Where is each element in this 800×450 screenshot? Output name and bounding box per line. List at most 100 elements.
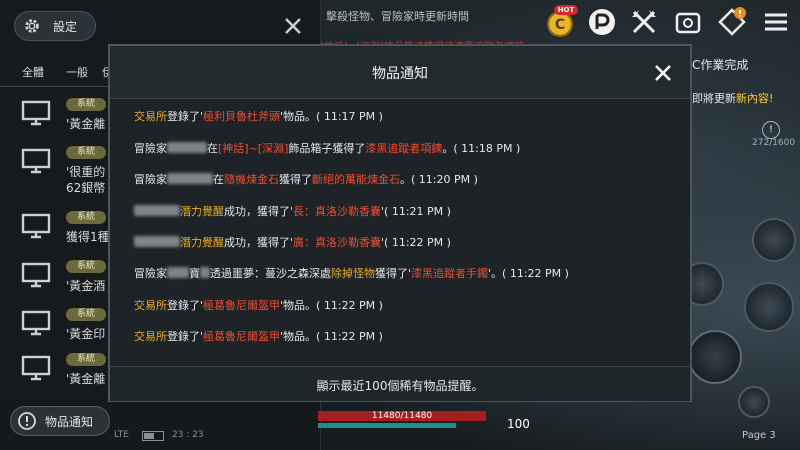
notice-text: 成功，獲得了' xyxy=(224,236,294,249)
crossed-axes-icon[interactable] xyxy=(628,6,660,38)
modal-header: 物品通知 xyxy=(110,46,690,99)
notice-text: '( 11:22 PM ) xyxy=(381,236,451,249)
chat-message: 獲得1種 xyxy=(66,230,110,244)
source-label: 除掉怪物 xyxy=(331,267,375,280)
monitor-icon xyxy=(21,310,51,336)
redacted-name xyxy=(167,267,189,278)
monitor-icon xyxy=(21,100,51,126)
notice-text: 透過噩夢：蔓沙之森深處 xyxy=(210,267,331,280)
settings-label: 設定 xyxy=(53,19,78,34)
notice-text: '( 11:21 PM ) xyxy=(381,205,451,218)
tab-all[interactable]: 全體 xyxy=(22,64,44,80)
update-suffix: ! xyxy=(769,92,774,105)
rare-item-notice-button[interactable]: 物品通知 xyxy=(10,406,110,436)
svg-text:C: C xyxy=(555,17,565,33)
notice-list: 交易所登錄了'極利貝魯杜斧頭'物品。( 11:17 PM ) 冒險家 在[神話]~[… xyxy=(118,98,680,366)
redacted-name xyxy=(134,236,180,247)
work-complete-text[interactable]: C作業完成 xyxy=(692,56,748,73)
notice-row: 交易所登錄了'極葛魯尼爾盔甲'物品。( 11:22 PM ) xyxy=(134,297,383,313)
notice-text: 。( 11:18 PM ) xyxy=(442,142,521,155)
notice-text: '。( 11:22 PM ) xyxy=(488,267,569,280)
quest-alert-icon[interactable] xyxy=(716,6,748,38)
notice-row: 交易所登錄了'極利貝魯杜斧頭'物品。( 11:17 PM ) xyxy=(134,108,383,124)
settings-button[interactable]: 設定 xyxy=(14,11,96,41)
quest-text: 擊殺怪物、冒險家時更新時間 xyxy=(326,10,469,23)
auto-button[interactable] xyxy=(738,386,770,418)
item-name: 漆黑追蹤者項鍊 xyxy=(365,142,443,155)
item-name: 漆黑追蹤者手鐲 xyxy=(411,267,489,280)
source-label: 交易所 xyxy=(134,110,167,123)
chat-message: '黃金離 xyxy=(66,372,106,386)
chat-message: '黃金印 xyxy=(66,327,106,341)
potion-count[interactable]: 100 xyxy=(507,417,530,431)
notice-row: 冒險家 寶透過噩夢：蔓沙之森深處除掉怪物獲得了'漆黑追蹤者手鐲'。( 11:22 … xyxy=(134,265,569,281)
notice-text: '物品。( 11:17 PM ) xyxy=(280,110,383,123)
gear-icon xyxy=(25,19,39,33)
capacity-alert-icon[interactable]: ! xyxy=(762,121,780,139)
notice-text: 登錄了' xyxy=(167,110,204,123)
menu-icon[interactable] xyxy=(760,6,792,38)
chat-message-line2: 62銀幣 xyxy=(66,181,106,195)
notice-row: 潛力覺醒成功，獲得了'廣：真洛沙勒香囊'( 11:22 PM ) xyxy=(134,234,451,250)
hp-text: 11480/11480 xyxy=(371,411,433,421)
notice-text: 成功，獲得了' xyxy=(224,205,294,218)
monitor-icon xyxy=(21,148,51,174)
source-label: 交易所 xyxy=(134,299,167,312)
close-icon[interactable] xyxy=(654,64,672,82)
network-status: LTE xyxy=(114,430,129,440)
chat-message: '黃金酒 xyxy=(66,279,106,293)
item-notice-modal: 物品通知 交易所登錄了'極利貝魯杜斧頭'物品。( 11:17 PM ) 冒險家 在[… xyxy=(108,44,692,402)
source-label: 交易所 xyxy=(134,330,167,343)
notice-text: '物品。( 11:22 PM ) xyxy=(280,299,383,312)
notice-text: 。( 11:20 PM ) xyxy=(400,173,478,186)
redacted-name xyxy=(200,267,210,278)
notice-text: 獲得了' xyxy=(375,267,412,280)
update-notice: 即將更新新內容! xyxy=(692,90,773,106)
shop-icon[interactable] xyxy=(586,6,618,38)
system-badge: 系統 xyxy=(66,353,106,366)
rare-item-notice-label: 物品通知 xyxy=(45,414,94,429)
notice-row: 冒險家 在[神話]~[深淵]飾品箱子獲得了漆黑追蹤者項鍊。( 11:18 PM ) xyxy=(134,140,520,156)
new-content: 新內容 xyxy=(736,92,769,105)
monitor-icon xyxy=(21,262,51,288)
modal-footer: 顯示最近100個稀有物品提醒。 xyxy=(110,366,690,401)
chat-message: '很重的 xyxy=(66,165,106,179)
attack-button[interactable] xyxy=(688,330,742,384)
clock: 23 : 23 xyxy=(172,430,204,440)
system-badge: 系統 xyxy=(66,308,106,321)
page-label[interactable]: Page 3 xyxy=(742,430,776,441)
notice-text: 在 xyxy=(213,173,224,186)
notice-row: 潛力覺醒成功，獲得了'長：真洛沙勒香囊'( 11:21 PM ) xyxy=(134,203,451,219)
mp-bar xyxy=(318,423,456,428)
item-name: 隨機煉金石 xyxy=(224,173,279,186)
update-prefix: 即將更新 xyxy=(692,92,736,105)
tab-general[interactable]: 一般 xyxy=(66,64,88,80)
battery-icon xyxy=(142,431,164,441)
item-name: 極葛魯尼爾盔甲 xyxy=(203,299,281,312)
skill-button[interactable] xyxy=(752,218,796,262)
notice-text: 冒險家 xyxy=(134,267,167,280)
notice-text: 冒險家 xyxy=(134,173,167,186)
system-badge: 系統 xyxy=(66,98,106,111)
footer-text: 顯示最近100個稀有物品提醒。 xyxy=(316,379,484,393)
inventory-bag-icon[interactable] xyxy=(672,6,704,38)
system-badge: 系統 xyxy=(66,260,106,273)
source-label: 潛力覺醒 xyxy=(180,236,224,249)
redacted-name xyxy=(134,205,180,216)
monitor-icon xyxy=(21,213,51,239)
close-icon[interactable] xyxy=(284,17,302,35)
redacted-name xyxy=(167,173,213,184)
system-badge: 系統 xyxy=(66,211,106,224)
modal-title: 物品通知 xyxy=(372,66,428,82)
notice-text: 登錄了' xyxy=(167,299,204,312)
item-name: 極葛魯尼爾盔甲 xyxy=(203,330,281,343)
redacted-name xyxy=(167,142,207,153)
notice-row: 冒險家 在隨機煉金石獲得了斷絕的萬能煉金石。( 11:20 PM ) xyxy=(134,171,478,187)
notice-row: 交易所登錄了'極葛魯尼爾盔甲'物品。( 11:22 PM ) xyxy=(134,328,383,344)
skill-button[interactable] xyxy=(744,282,794,332)
item-name: 極利貝魯杜斧頭 xyxy=(203,110,281,123)
hot-badge: HOT xyxy=(554,5,578,15)
item-name: [神話]~[深淵] xyxy=(218,142,289,155)
monitor-icon xyxy=(21,355,51,381)
item-name: 長：真洛沙勒香囊 xyxy=(293,205,382,218)
